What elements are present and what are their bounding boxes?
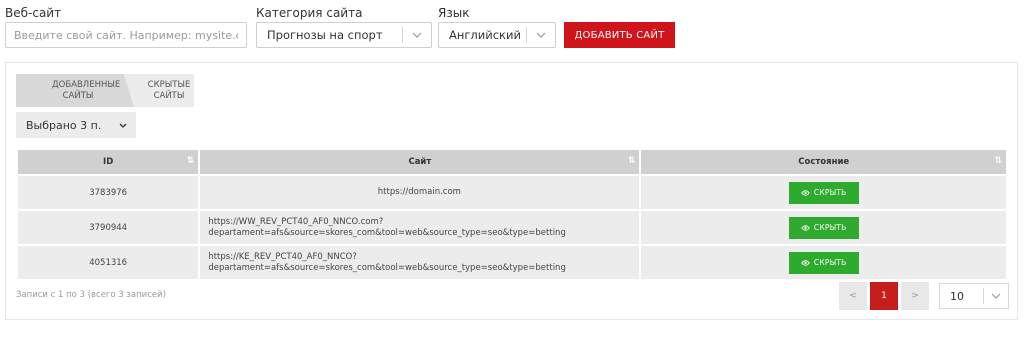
column-header-id-label: ID	[103, 157, 114, 167]
language-select[interactable]: Английский	[438, 22, 556, 48]
sort-icon: ⇅	[994, 156, 1002, 166]
site-url: https://domain.com	[377, 187, 461, 197]
tab-hidden-line2: САЙТЫ	[153, 90, 185, 101]
sort-icon: ⇅	[627, 156, 636, 166]
cell-state: СКРЫТЬ	[641, 246, 1006, 279]
chevron-down-icon	[527, 32, 555, 38]
site-url-line2: departament=afs&source=skores_com&tool=w…	[208, 262, 566, 273]
column-header-site[interactable]: Сайт ⇅	[200, 150, 640, 174]
selection-value: Выбрано 3 п.	[26, 118, 102, 132]
tab-added-line1: ДОБАВЛЕННЫЕ	[52, 79, 121, 90]
cell-state: СКРЫТЬ	[641, 176, 1006, 209]
add-site-button[interactable]: ДОБАВИТЬ САЙТ	[564, 22, 675, 48]
hide-button-label: СКРЫТЬ	[813, 223, 847, 232]
hide-button[interactable]: СКРЫТЬ	[788, 181, 859, 204]
eye-icon	[801, 224, 810, 231]
tab-added-line2: САЙТЫ	[62, 90, 94, 101]
table-row: 3783976 https://domain.com СКРЫТЬ	[18, 176, 1006, 209]
hide-button-label: СКРЫТЬ	[813, 188, 847, 197]
language-label: Язык	[438, 6, 470, 20]
column-header-state-label: Состояние	[798, 157, 850, 167]
sort-icon: ⇅	[186, 156, 195, 166]
sites-table: ID ⇅ Сайт ⇅ Состояние ⇅ 3783976 https://dom…	[16, 148, 1008, 281]
chevron-down-icon	[110, 123, 136, 128]
table-row: 3790944 https://WW_REV_PCT40_AF0_NNCO.co…	[18, 211, 1006, 244]
table-row: 4051316 https://KE_REV_PCT40_AF0_NNCO? de…	[18, 246, 1006, 279]
selection-dropdown[interactable]: Выбрано 3 п.	[16, 112, 136, 138]
column-header-state[interactable]: Состояние ⇅	[641, 150, 1006, 174]
cell-id: 3790944	[18, 211, 199, 244]
site-url-line1: https://KE_REV_PCT40_AF0_NNCO?	[208, 251, 357, 262]
category-label: Категория сайта	[256, 6, 363, 20]
category-value: Прогнозы на спорт	[267, 28, 383, 42]
sites-panel: ДОБАВЛЕННЫЕ САЙТЫ СКРЫТЫЕ САЙТЫ Выбрано 3 …	[5, 62, 1018, 320]
category-select[interactable]: Прогнозы на спорт	[256, 22, 432, 48]
records-info: Записи с 1 по 3 (всего 3 записей)	[16, 290, 166, 300]
pagination-prev-button[interactable]: <	[839, 282, 867, 310]
table-header-row: ID ⇅ Сайт ⇅ Состояние ⇅	[18, 150, 1006, 174]
eye-icon	[801, 189, 810, 196]
language-value: Английский	[449, 28, 521, 42]
cell-site: https://WW_REV_PCT40_AF0_NNCO.com? depart…	[200, 211, 640, 244]
chevron-down-icon	[984, 293, 1008, 299]
per-page-select[interactable]: 10	[939, 283, 1009, 309]
website-label: Веб-сайт	[5, 6, 62, 20]
pagination-page-1[interactable]: 1	[870, 282, 898, 310]
chevron-down-icon	[403, 32, 431, 38]
cell-site: https://domain.com	[200, 176, 640, 209]
per-page-value: 10	[950, 289, 964, 303]
website-field[interactable]	[5, 22, 247, 48]
tab-hidden-line1: СКРЫТЫЕ	[147, 79, 191, 90]
tabs: ДОБАВЛЕННЫЕ САЙТЫ СКРЫТЫЕ САЙТЫ	[16, 74, 194, 107]
cell-id: 4051316	[18, 246, 199, 279]
cell-site: https://KE_REV_PCT40_AF0_NNCO? departamen…	[200, 246, 640, 279]
cell-id: 3783976	[18, 176, 199, 209]
column-header-site-label: Сайт	[408, 157, 432, 167]
hide-button[interactable]: СКРЫТЬ	[788, 216, 859, 239]
website-input[interactable]	[6, 23, 246, 47]
site-url-line2: departament=afs&source=skores_com&tool=w…	[208, 227, 566, 238]
site-url-line1: https://WW_REV_PCT40_AF0_NNCO.com?	[208, 216, 384, 227]
hide-button[interactable]: СКРЫТЬ	[788, 251, 859, 274]
column-header-id[interactable]: ID ⇅	[18, 150, 199, 174]
tab-added-sites[interactable]: ДОБАВЛЕННЫЕ САЙТЫ	[16, 74, 134, 107]
cell-state: СКРЫТЬ	[641, 211, 1006, 244]
tab-hidden-sites[interactable]: СКРЫТЫЕ САЙТЫ	[124, 74, 194, 107]
eye-icon	[801, 259, 810, 266]
hide-button-label: СКРЫТЬ	[813, 258, 847, 267]
pagination-next-button[interactable]: >	[901, 282, 929, 310]
